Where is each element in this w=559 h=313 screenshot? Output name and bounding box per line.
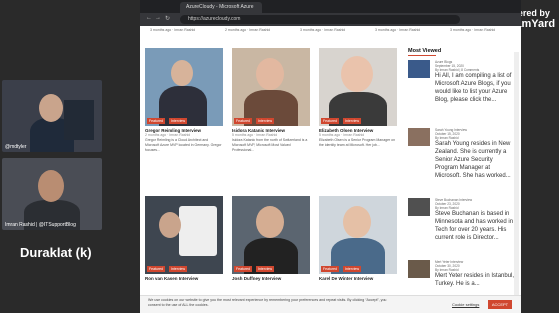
sidebar-item-body: Azure Blogs September 15, 2020 By Imran … — [435, 60, 517, 104]
post-thumbnail — [408, 198, 430, 216]
badge-interview[interactable]: Interview — [169, 266, 188, 272]
post-thumbnail — [408, 260, 430, 278]
top-meta-item: 2 months ago · Imran Rashid — [225, 28, 271, 32]
page-scrollbar[interactable] — [514, 52, 519, 295]
post-title[interactable]: Josh Duffney Interview — [232, 276, 310, 281]
post-image: Featured Interview — [145, 196, 223, 274]
badge-interview[interactable]: Interview — [343, 118, 362, 124]
browser-window: AzureCloudy - Microsoft Azure ← → ↻ http… — [140, 0, 521, 313]
cam2-label: Imran Rashid | @ITSupportBlog — [5, 222, 76, 228]
badge-interview[interactable]: Interview — [169, 118, 188, 124]
post-card[interactable]: Featured Interview Karel De Winter Inter… — [319, 196, 397, 281]
browser-tab[interactable]: AzureCloudy - Microsoft Azure — [180, 2, 262, 13]
post-card[interactable]: Featured Interview Gregor Reimling Inter… — [145, 48, 223, 153]
most-viewed-sidebar: Most Viewed Azure Blogs September 15, 20… — [408, 48, 520, 287]
sidebar-item-body: Sarah Young Interview October 15, 2020 B… — [435, 128, 517, 180]
url-text: https://azurecloudy.com — [188, 16, 241, 22]
post-card[interactable]: Featured Interview Elizabeth Olsen Inter… — [319, 48, 397, 148]
top-meta-item: 3 months ago · Imran Rashid — [300, 28, 346, 32]
sidebar-item[interactable]: Azure Blogs September 15, 2020 By Imran … — [408, 60, 520, 120]
sidebar-item-excerpt: Hi All, I am compiling a list of Microso… — [435, 73, 512, 103]
badge-featured[interactable]: Featured — [321, 266, 340, 272]
sidebar-item-excerpt: Mert Yeter resides in Istanbul, Turkey. … — [435, 273, 515, 287]
top-meta-item: 3 months ago · Imran Rashid — [375, 28, 421, 32]
chair — [64, 100, 94, 140]
accept-button[interactable]: ACCEPT — [488, 300, 512, 309]
post-thumbnail — [408, 128, 430, 146]
post-image: Featured Interview — [319, 48, 397, 126]
badge-featured[interactable]: Featured — [147, 266, 166, 272]
post-card[interactable]: Featured Interview Isidora Katanic Inter… — [232, 48, 310, 153]
sidebar-item-excerpt: Steve Buchanan is based in Minnesota and… — [435, 211, 514, 241]
top-meta-item: 3 months ago · Imran Rashid — [150, 28, 196, 32]
post-thumbnail — [408, 60, 430, 78]
post-excerpt: Isidora Katanic from the north of Switze… — [232, 138, 308, 152]
sidebar-item-body: Steve Buchanan Interview October 23, 202… — [435, 198, 517, 242]
post-image: Featured Interview — [232, 48, 310, 126]
heading-underline — [408, 55, 436, 56]
tab-title: AzureCloudy - Microsoft Azure — [186, 4, 254, 10]
back-icon[interactable]: ← — [146, 15, 152, 21]
cam1-label: @mdtyler — [5, 144, 27, 150]
badge-featured[interactable]: Featured — [147, 118, 166, 124]
post-title[interactable]: Ron van Kasen Interview — [145, 276, 223, 281]
cookie-settings-link[interactable]: Cookie settings — [452, 302, 479, 307]
badge-featured[interactable]: Featured — [234, 266, 253, 272]
post-image: Featured Interview — [319, 196, 397, 274]
post-image: Featured Interview — [145, 48, 223, 126]
post-card[interactable]: Featured Interview Ron van Kasen Intervi… — [145, 196, 223, 281]
post-excerpt: Elizabeth Olsen is a Senior Program Mana… — [319, 138, 396, 147]
reload-icon[interactable]: ↻ — [165, 15, 170, 22]
cookie-text: We use cookies on our website to give yo… — [148, 298, 387, 307]
page-content: 3 months ago · Imran Rashid 2 months ago … — [140, 26, 521, 313]
post-image: Featured Interview — [232, 196, 310, 274]
sidebar-item[interactable]: Sarah Young Interview October 15, 2020 B… — [408, 128, 520, 198]
badge-interview[interactable]: Interview — [256, 118, 275, 124]
post-excerpt: Gregor Reimling is a Cloud Architect and… — [145, 138, 222, 152]
pause-label[interactable]: Duraklat (k) — [20, 245, 92, 260]
cookie-banner: We use cookies on our website to give yo… — [140, 295, 521, 313]
post-card[interactable]: Featured Interview Josh Duffney Intervie… — [232, 196, 310, 281]
person-head — [38, 170, 64, 202]
badge-featured[interactable]: Featured — [321, 118, 340, 124]
badge-featured[interactable]: Featured — [234, 118, 253, 124]
top-meta-item: 3 months ago · Imran Rashid — [450, 28, 496, 32]
most-viewed-heading: Most Viewed — [408, 48, 442, 54]
webcam-feed-host: @mdtyler — [2, 80, 102, 152]
webcam-feed-guest: Imran Rashid | @ITSupportBlog — [2, 158, 102, 230]
badge-interview[interactable]: Interview — [343, 266, 362, 272]
sidebar-item-excerpt: Sarah Young resides in New Zealand. She … — [435, 141, 511, 179]
forward-icon[interactable]: → — [155, 15, 161, 21]
post-title[interactable]: Karel De Winter Interview — [319, 276, 397, 281]
sidebar-item-body: Mert Yeter Interview October 30, 2020 By… — [435, 260, 517, 288]
sidebar-item[interactable]: Steve Buchanan Interview October 23, 202… — [408, 198, 520, 258]
address-bar[interactable]: https://azurecloudy.com — [180, 15, 460, 24]
sidebar-item[interactable]: Mert Yeter Interview October 30, 2020 By… — [408, 260, 520, 290]
badge-interview[interactable]: Interview — [256, 266, 275, 272]
person-head — [39, 94, 63, 122]
